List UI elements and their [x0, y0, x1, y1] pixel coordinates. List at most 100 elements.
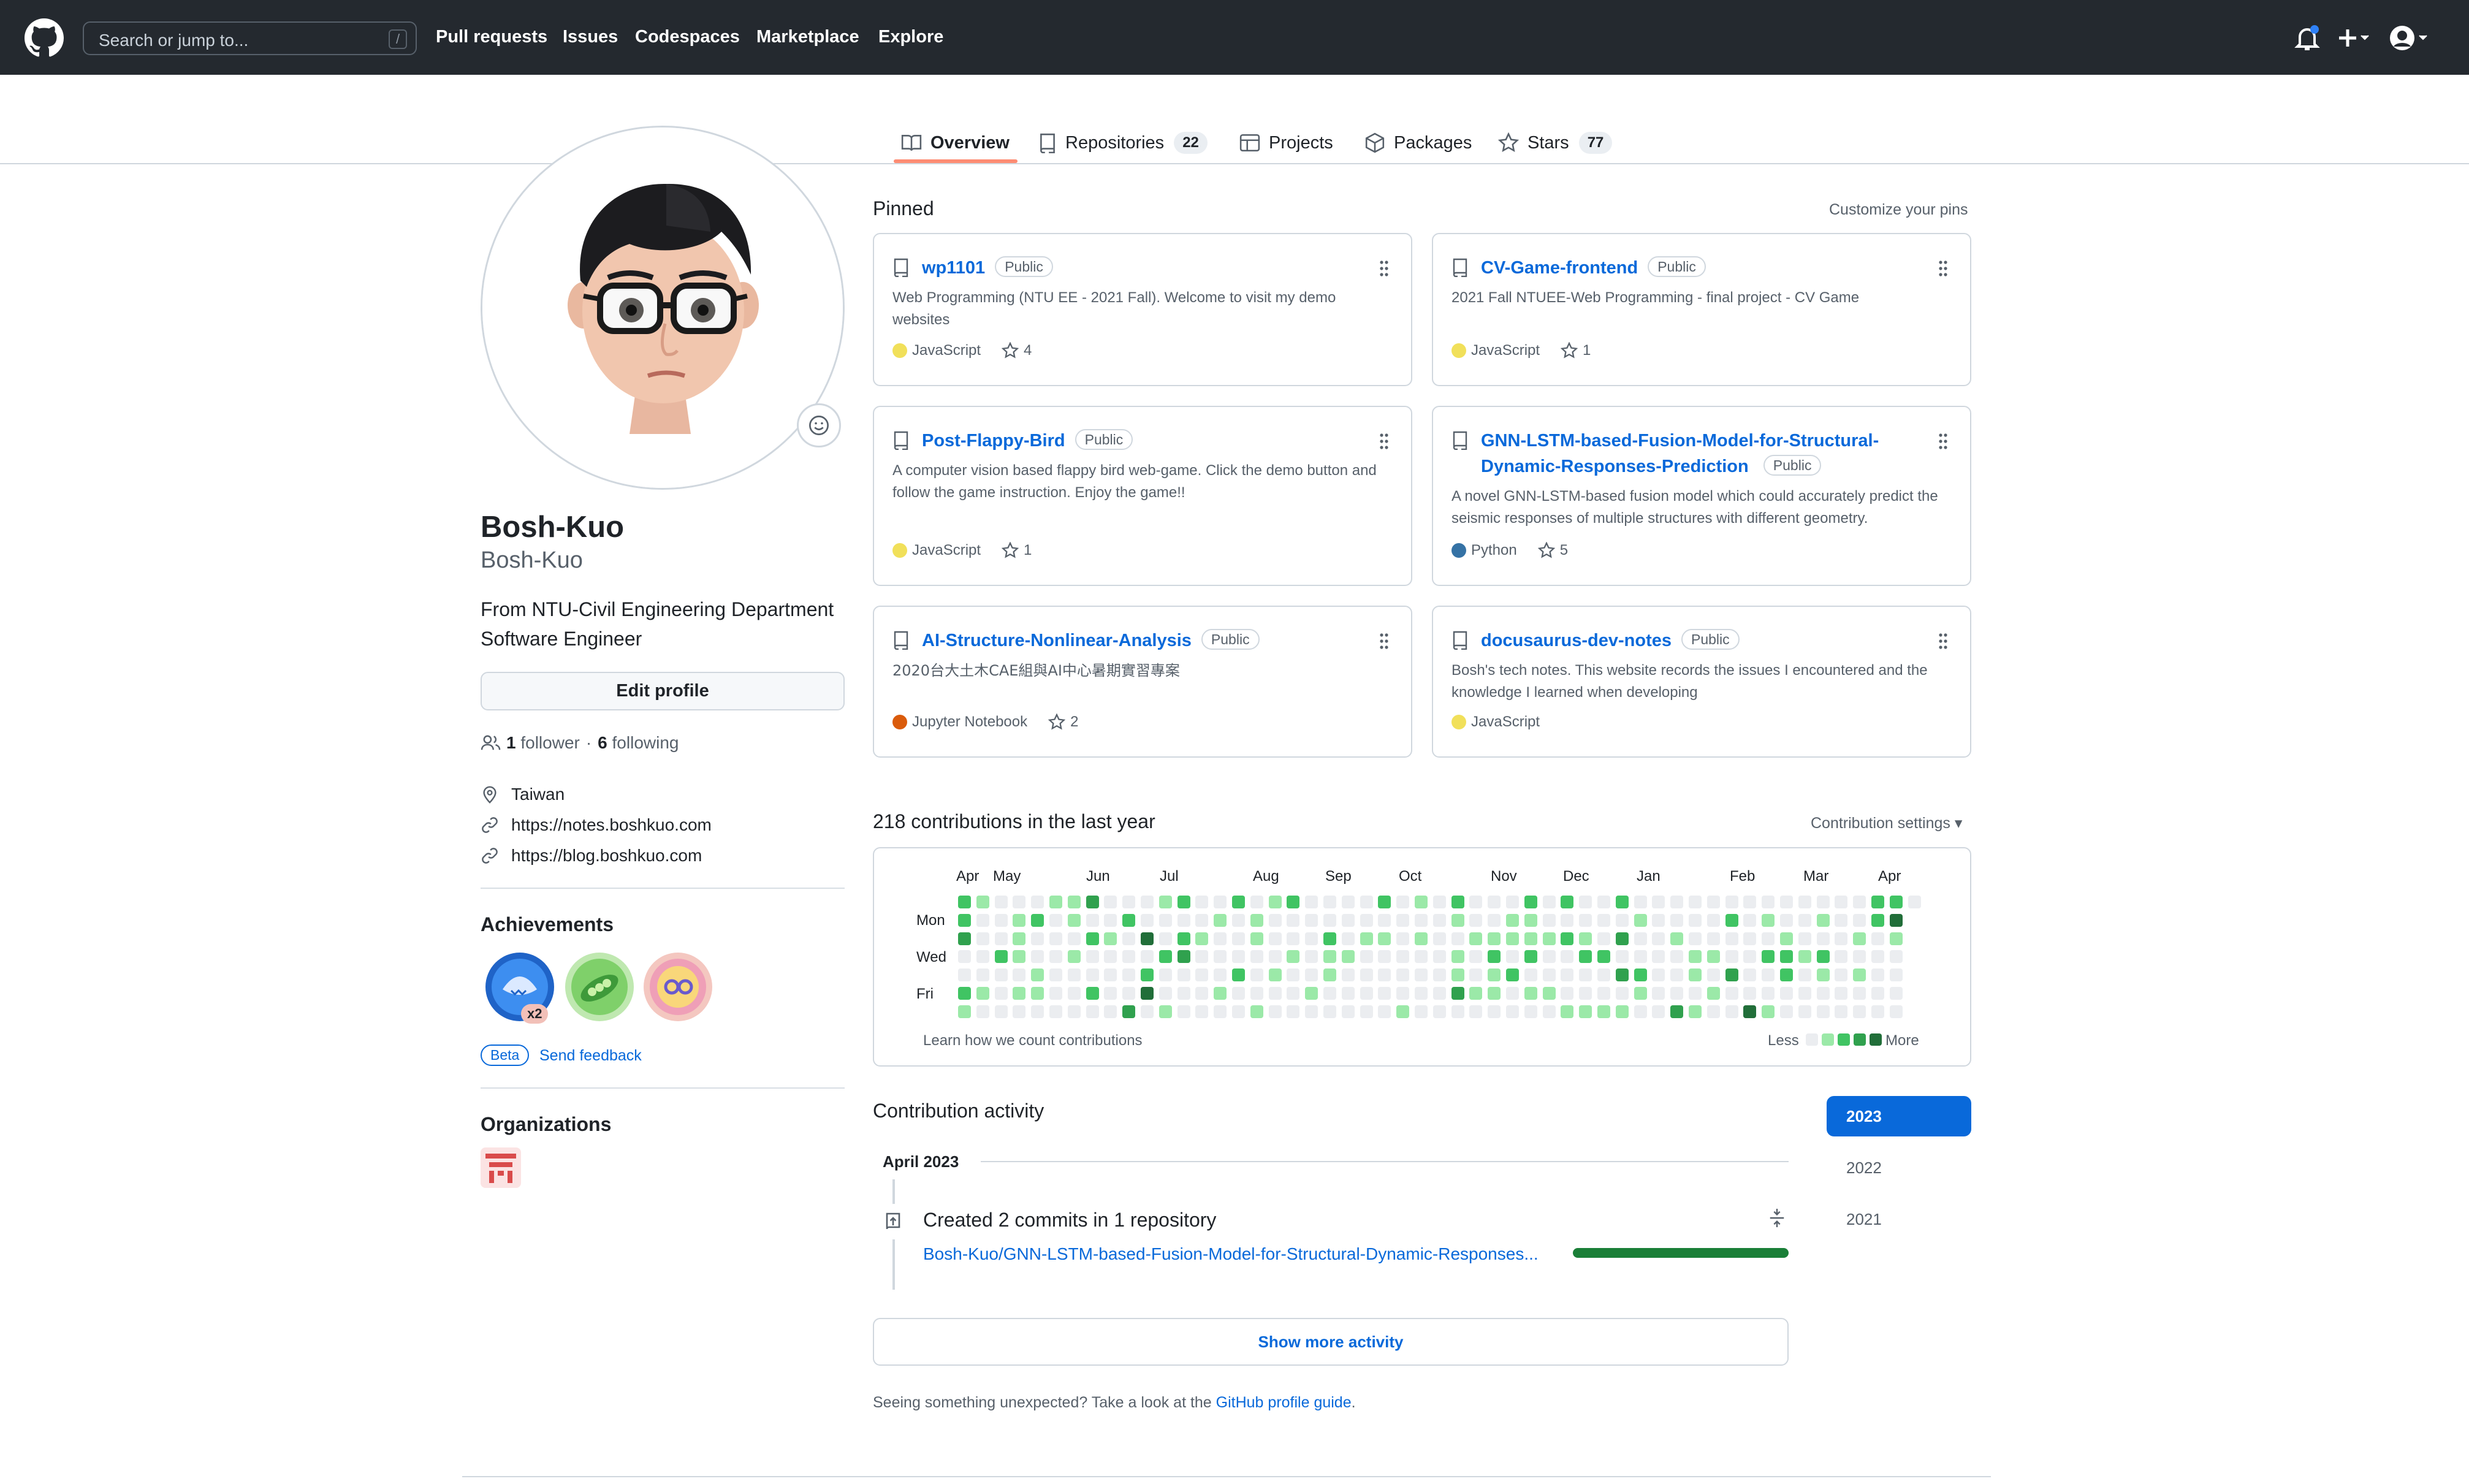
- learn-contributions-link[interactable]: Learn how we count contributions: [923, 1032, 1143, 1049]
- contribution-day-cell[interactable]: [1816, 913, 1830, 927]
- contribution-day-cell[interactable]: [1889, 1005, 1903, 1018]
- drag-handle-icon[interactable]: [1937, 259, 1949, 278]
- nav-pull-requests[interactable]: Pull requests: [436, 27, 547, 47]
- profile-guide-link[interactable]: GitHub profile guide: [1216, 1394, 1352, 1411]
- contribution-day-cell[interactable]: [958, 950, 971, 964]
- contribution-day-cell[interactable]: [1488, 950, 1501, 964]
- contribution-day-cell[interactable]: [1451, 968, 1464, 982]
- contribution-day-cell[interactable]: [1561, 896, 1574, 908]
- contribution-day-cell[interactable]: [1031, 932, 1044, 945]
- contribution-day-cell[interactable]: [1780, 932, 1793, 945]
- contribution-day-cell[interactable]: [1195, 950, 1209, 964]
- contribution-day-cell[interactable]: [1122, 950, 1136, 964]
- contribution-day-cell[interactable]: [1743, 896, 1757, 908]
- stars-link[interactable]: 4: [1002, 342, 1032, 359]
- contribution-day-cell[interactable]: [1634, 913, 1647, 927]
- year-filter-2023[interactable]: 2023: [1827, 1096, 1971, 1136]
- contribution-day-cell[interactable]: [1049, 968, 1062, 982]
- contribution-day-cell[interactable]: [1871, 932, 1884, 945]
- send-feedback-link[interactable]: Send feedback: [539, 1047, 642, 1065]
- contribution-day-cell[interactable]: [1597, 1005, 1610, 1018]
- contribution-day-cell[interactable]: [1305, 968, 1318, 982]
- contribution-day-cell[interactable]: [1415, 913, 1428, 927]
- contribution-day-cell[interactable]: [1158, 950, 1172, 964]
- contribution-day-cell[interactable]: [1634, 968, 1647, 982]
- contribution-day-cell[interactable]: [1451, 987, 1464, 1000]
- contribution-day-cell[interactable]: [1542, 1005, 1556, 1018]
- contribution-day-cell[interactable]: [1579, 987, 1592, 1000]
- pinned-repo-link[interactable]: docusaurus-dev-notes: [1481, 631, 1672, 650]
- contribution-day-cell[interactable]: [1597, 950, 1610, 964]
- contribution-day-cell[interactable]: [958, 896, 971, 908]
- contribution-day-cell[interactable]: [994, 1005, 1008, 1018]
- contribution-day-cell[interactable]: [1689, 968, 1702, 982]
- contribution-day-cell[interactable]: [1287, 987, 1300, 1000]
- contribution-day-cell[interactable]: [1396, 950, 1410, 964]
- contribution-day-cell[interactable]: [1706, 950, 1720, 964]
- contribution-day-cell[interactable]: [1871, 968, 1884, 982]
- contribution-day-cell[interactable]: [1432, 987, 1446, 1000]
- contribution-day-cell[interactable]: [976, 1005, 989, 1018]
- contribution-day-cell[interactable]: [1378, 987, 1391, 1000]
- contribution-day-cell[interactable]: [1396, 987, 1410, 1000]
- contribution-day-cell[interactable]: [1597, 968, 1610, 982]
- contribution-day-cell[interactable]: [1432, 896, 1446, 908]
- contribution-day-cell[interactable]: [1086, 1005, 1099, 1018]
- contribution-day-cell[interactable]: [1232, 932, 1245, 945]
- contribution-day-cell[interactable]: [1615, 950, 1629, 964]
- contribution-day-cell[interactable]: [1268, 913, 1282, 927]
- contribution-day-cell[interactable]: [1341, 968, 1355, 982]
- contribution-day-cell[interactable]: [1725, 913, 1738, 927]
- contribution-day-cell[interactable]: [1067, 968, 1081, 982]
- contribution-day-cell[interactable]: [1670, 913, 1684, 927]
- contribution-day-cell[interactable]: [1780, 968, 1793, 982]
- contribution-day-cell[interactable]: [1871, 1005, 1884, 1018]
- contribution-day-cell[interactable]: [1122, 932, 1136, 945]
- contribution-day-cell[interactable]: [1396, 896, 1410, 908]
- contribution-day-cell[interactable]: [1323, 896, 1336, 908]
- contribution-day-cell[interactable]: [1214, 1005, 1227, 1018]
- tab-overview[interactable]: Overview: [901, 123, 1010, 163]
- contribution-day-cell[interactable]: [1360, 913, 1373, 927]
- contribution-day-cell[interactable]: [1798, 950, 1811, 964]
- contribution-day-cell[interactable]: [1177, 1005, 1190, 1018]
- contribution-day-cell[interactable]: [1415, 987, 1428, 1000]
- stars-link[interactable]: 5: [1537, 542, 1568, 559]
- drag-handle-icon[interactable]: [1937, 631, 1949, 651]
- contribution-day-cell[interactable]: [1158, 913, 1172, 927]
- organization-avatar[interactable]: [481, 1147, 521, 1188]
- contribution-day-cell[interactable]: [1579, 968, 1592, 982]
- contribution-day-cell[interactable]: [1762, 950, 1775, 964]
- contribution-day-cell[interactable]: [1706, 987, 1720, 1000]
- show-more-activity-button[interactable]: Show more activity: [873, 1318, 1789, 1366]
- year-filter-2022[interactable]: 2022: [1827, 1147, 1971, 1188]
- contribution-day-cell[interactable]: [1214, 896, 1227, 908]
- contribution-day-cell[interactable]: [1049, 987, 1062, 1000]
- contribution-day-cell[interactable]: [1323, 950, 1336, 964]
- contribution-day-cell[interactable]: [1835, 950, 1848, 964]
- contribution-day-cell[interactable]: [958, 1005, 971, 1018]
- contribution-day-cell[interactable]: [1670, 1005, 1684, 1018]
- contribution-day-cell[interactable]: [1853, 987, 1866, 1000]
- contribution-day-cell[interactable]: [1506, 913, 1519, 927]
- contribution-day-cell[interactable]: [1889, 913, 1903, 927]
- contribution-day-cell[interactable]: [1396, 1005, 1410, 1018]
- contribution-day-cell[interactable]: [1287, 913, 1300, 927]
- contribution-day-cell[interactable]: [1104, 1005, 1117, 1018]
- contribution-day-cell[interactable]: [1597, 896, 1610, 908]
- contribution-day-cell[interactable]: [1634, 950, 1647, 964]
- contribution-day-cell[interactable]: [976, 950, 989, 964]
- contribution-day-cell[interactable]: [1743, 950, 1757, 964]
- contribution-day-cell[interactable]: [1506, 932, 1519, 945]
- contribution-day-cell[interactable]: [1451, 950, 1464, 964]
- contribution-day-cell[interactable]: [1158, 1005, 1172, 1018]
- contribution-day-cell[interactable]: [1725, 987, 1738, 1000]
- contribution-day-cell[interactable]: [1031, 913, 1044, 927]
- contribution-day-cell[interactable]: [1013, 896, 1026, 908]
- contribution-day-cell[interactable]: [1889, 987, 1903, 1000]
- contribution-day-cell[interactable]: [1670, 950, 1684, 964]
- contribution-day-cell[interactable]: [1195, 913, 1209, 927]
- contribution-day-cell[interactable]: [976, 968, 989, 982]
- contribution-day-cell[interactable]: [1396, 913, 1410, 927]
- contribution-day-cell[interactable]: [1287, 950, 1300, 964]
